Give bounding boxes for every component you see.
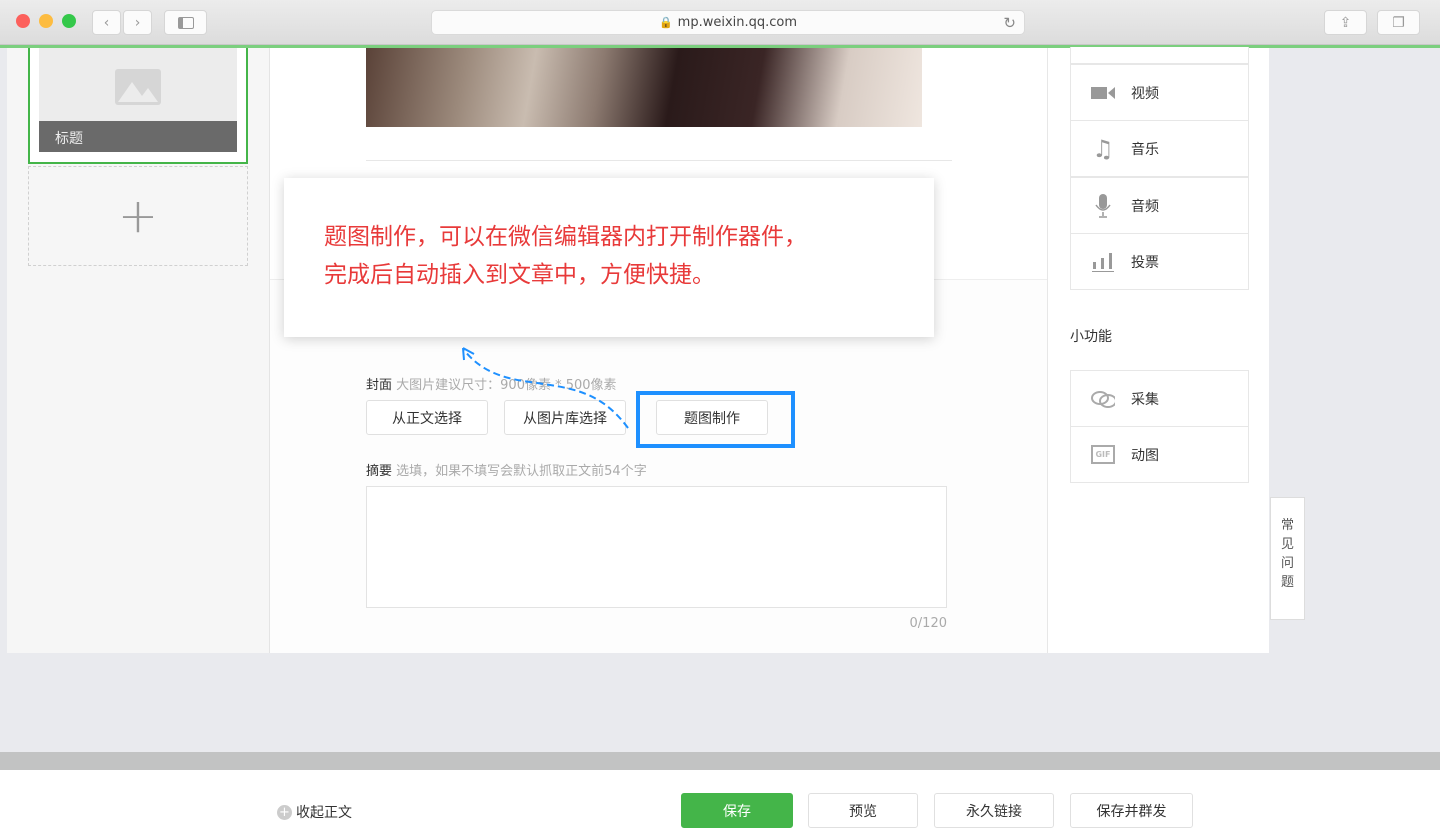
collapse-content-button[interactable]: + 收起正文 [277, 802, 352, 822]
close-window-button[interactable] [16, 14, 30, 28]
divider [366, 160, 952, 161]
url-text: mp.weixin.qq.com [677, 15, 798, 30]
chevron-left-icon: ‹ [103, 14, 110, 31]
media-item-vote[interactable]: 投票 [1070, 233, 1249, 290]
media-item-video[interactable]: 视频 [1070, 64, 1249, 121]
media-item-partial[interactable] [1070, 47, 1249, 64]
item-label: 投票 [1131, 254, 1159, 271]
item-label: 音频 [1131, 198, 1159, 215]
video-icon [1091, 85, 1115, 101]
summary-counter: 0/120 [909, 616, 947, 631]
editor-area: 封面 大图片建议尺寸：900像素 * 500像素 从正文选择 从图片库选择 题图… [270, 48, 1047, 653]
tabs-button[interactable]: ❐ [1377, 10, 1420, 35]
sidebar-toggle-button[interactable] [164, 10, 207, 35]
dashed-arrow [462, 347, 629, 429]
lock-icon: 🔒 [658, 16, 673, 29]
summary-input[interactable] [366, 486, 947, 608]
maximize-window-button[interactable] [62, 14, 76, 28]
plus-circle-icon: + [277, 804, 292, 820]
summary-label-row: 摘要 选填，如果不填写会默认抓取正文前54个字 [366, 460, 647, 479]
plus-icon: + [117, 188, 159, 244]
share-button[interactable]: ⇪ [1324, 10, 1367, 35]
cover-placeholder [39, 48, 237, 121]
link-icon [1091, 390, 1115, 408]
item-label: 视频 [1131, 85, 1159, 102]
item-label: 采集 [1131, 391, 1159, 408]
gif-icon: GIF [1091, 445, 1115, 464]
summary-label: 摘要 [366, 464, 393, 479]
microphone-icon [1091, 193, 1115, 218]
forward-button[interactable]: › [123, 10, 152, 35]
music-icon: ♫ [1092, 134, 1114, 163]
permalink-button[interactable]: 永久链接 [934, 793, 1054, 828]
back-button[interactable]: ‹ [92, 10, 121, 35]
add-article-button[interactable]: + [28, 166, 248, 266]
right-panel: 视频 ♫ 音乐 音频 投票 小功能 采集 GIF 动图 [1047, 47, 1269, 653]
article-card[interactable]: 标题 [28, 48, 248, 164]
collapse-label: 收起正文 [296, 805, 352, 821]
item-label: 动图 [1131, 447, 1159, 464]
tooltip-line: 题图制作，可以在微信编辑器内打开制作器件， [324, 224, 807, 250]
item-label: 音乐 [1131, 141, 1159, 158]
tabs-icon: ❐ [1392, 14, 1405, 31]
reload-icon[interactable]: ↻ [1003, 14, 1016, 32]
article-list-panel: 标题 + [7, 48, 270, 653]
footer-separator [0, 752, 1440, 770]
media-item-audio[interactable]: 音频 [1070, 177, 1249, 234]
save-button[interactable]: 保存 [681, 793, 793, 828]
save-and-send-button[interactable]: 保存并群发 [1070, 793, 1193, 828]
footer-bar: + 收起正文 保存 预览 永久链接 保存并群发 [0, 770, 1440, 840]
media-item-music[interactable]: ♫ 音乐 [1070, 120, 1249, 177]
tool-item-collect[interactable]: 采集 [1070, 370, 1249, 427]
chevron-right-icon: › [134, 14, 141, 31]
section-title: 小功能 [1070, 329, 1112, 345]
tooltip-line: 完成后自动插入到文章中，方便快捷。 [324, 262, 715, 288]
highlight-box [636, 391, 795, 448]
minimize-window-button[interactable] [39, 14, 53, 28]
faq-button[interactable]: 常见问题 [1270, 497, 1305, 620]
image-placeholder-icon [115, 69, 161, 105]
cover-label: 封面 [366, 378, 393, 393]
tooltip-callout: 题图制作，可以在微信编辑器内打开制作器件， 完成后自动插入到文章中，方便快捷。 [284, 178, 934, 337]
vote-chart-icon [1091, 252, 1115, 272]
preview-button[interactable]: 预览 [808, 793, 918, 828]
summary-hint: 选填，如果不填写会默认抓取正文前54个字 [396, 464, 647, 479]
address-bar[interactable]: 🔒 mp.weixin.qq.com ↻ [431, 10, 1025, 35]
sidebar-icon [177, 16, 194, 29]
tool-item-gif[interactable]: GIF 动图 [1070, 426, 1249, 483]
article-image [366, 48, 922, 127]
browser-toolbar: ‹ › 🔒 mp.weixin.qq.com ↻ ⇪ ❐ [0, 0, 1440, 45]
article-title: 标题 [39, 121, 237, 152]
share-icon: ⇪ [1339, 14, 1352, 31]
